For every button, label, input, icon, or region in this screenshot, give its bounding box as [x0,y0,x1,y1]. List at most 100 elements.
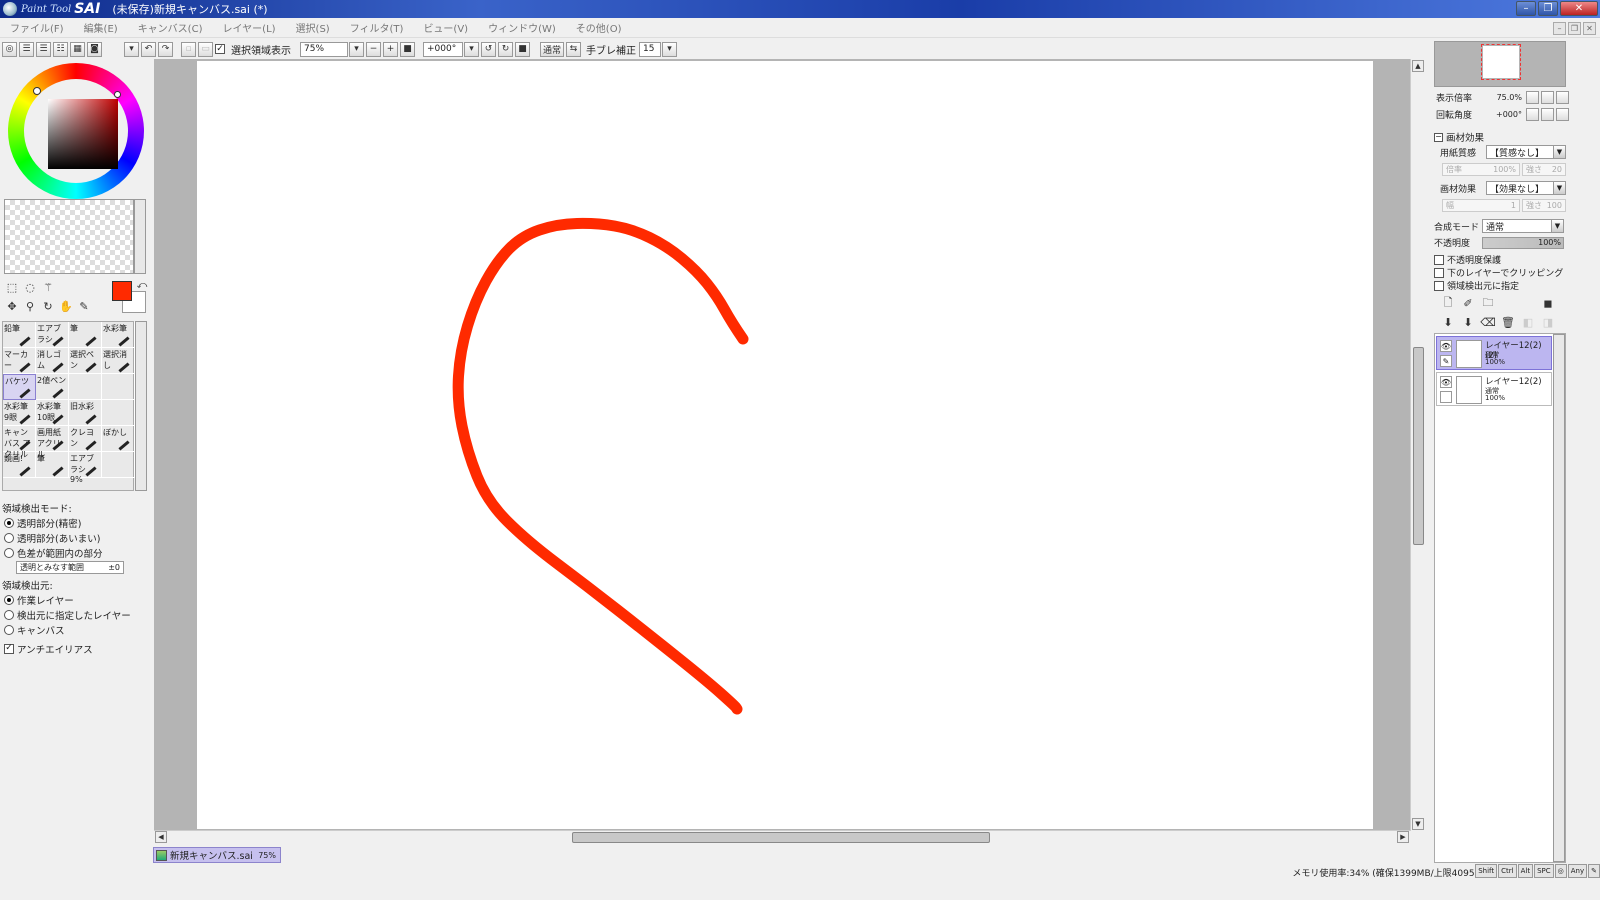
effect-width-slider[interactable]: 幅1 [1442,199,1520,212]
nav-zoom-out-button[interactable] [1526,91,1539,104]
nav-rotate-reset-button[interactable] [1556,108,1569,121]
invert-selection-button[interactable]: ▭ [198,41,213,57]
menu-other[interactable]: その他(O) [576,20,622,35]
document-tab[interactable]: 新規キャンバス.sai 75% [153,847,281,863]
show-selection-checkbox[interactable]: ✓ [215,44,225,54]
brush-slot[interactable] [69,374,102,400]
rotation-dropdown-icon[interactable]: ▾ [464,41,479,57]
brush-slot[interactable]: クレヨン [69,426,102,452]
visibility-eye-icon[interactable]: 👁 [1440,376,1452,388]
brush-slot[interactable]: 画用紙 アクリル [36,426,69,459]
brush-scrollbar[interactable] [135,321,147,491]
source-radio-designated[interactable] [4,609,14,620]
color-wheel[interactable] [8,63,144,199]
paper-scale-slider[interactable]: 倍率 100% [1442,163,1520,176]
menu-edit[interactable]: 編集(E) [84,20,118,35]
brush-slot[interactable]: 筆 [36,452,69,478]
clip-checkbox[interactable] [1434,267,1444,278]
layer-item-bottom[interactable]: 👁 レイヤー12(2) 通常 100% [1436,372,1552,406]
restore-button[interactable]: ❐ [1538,1,1558,16]
clear-layer-icon[interactable]: ⌫ [1480,314,1496,330]
scroll-left-icon[interactable]: ◀ [155,831,167,843]
hand-icon[interactable]: ✋ [58,298,74,314]
source-radio-canvas[interactable] [4,624,14,635]
layer-item-top[interactable]: 👁 ✎ レイヤー12(2)(2) 通常 100% [1436,336,1552,370]
zoom-in-button[interactable]: + [383,41,398,57]
eyedropper-icon[interactable]: ✎ [76,298,92,314]
zoom-tool-icon[interactable]: ⚲ [22,298,38,314]
nav-zoom-value[interactable]: 75.0% [1492,93,1522,102]
layer-scrollbar[interactable] [1553,334,1565,862]
new-layer-icon[interactable]: 🗋 [1440,295,1456,311]
paper-combo[interactable]: 【質感なし】 ▼ [1486,145,1566,159]
brush-slot[interactable]: 選択消し [102,348,135,374]
swatch-list-icon[interactable]: ☷ [53,41,68,57]
brush-slot[interactable] [102,374,135,400]
vertical-scrollbar[interactable]: ▲ ▼ [1410,59,1426,831]
source-radio-working[interactable] [4,594,14,605]
color-wheel-icon[interactable]: ◎ [2,41,17,57]
flip-horizontal-icon[interactable]: ⇆ [566,41,582,57]
brush-slot[interactable]: キャンバス アクリル [3,426,36,459]
collapse-icon[interactable]: − [1434,132,1443,142]
brush-slot[interactable]: バケツ [3,374,36,400]
zoom-out-button[interactable]: − [366,41,381,57]
brush-slot[interactable]: 水彩筆 10眼 [36,400,69,426]
zoom-dropdown-icon[interactable]: ▾ [349,41,364,57]
foreground-color[interactable] [112,281,132,301]
transparency-range-slider[interactable]: 透明とみなす範囲 ±0 [16,561,124,574]
minimize-button[interactable]: – [1516,1,1536,16]
effect-combo[interactable]: 【効果なし】 ▼ [1486,181,1566,195]
rotate-left-button[interactable]: ↺ [481,41,496,57]
scratchpad[interactable] [4,199,134,274]
rotate-reset-button[interactable]: ■ [515,41,530,57]
detect-source-checkbox[interactable] [1434,280,1444,291]
menu-select[interactable]: 選択(S) [296,20,330,35]
brush-slot[interactable]: 筆 [69,322,102,348]
zoom-field[interactable]: 75% [300,41,348,57]
sv-knob[interactable] [114,91,121,98]
blend-mode-combo[interactable]: 通常 ▼ [1482,219,1564,233]
nav-rotate-right-button[interactable] [1541,108,1554,121]
rgb-slider-icon[interactable]: ☰ [19,41,34,57]
blend-mode-button[interactable]: 通常 [540,41,565,57]
close-button[interactable]: ✕ [1560,1,1598,16]
brush-slot[interactable]: 選択ペン [69,348,102,374]
visibility-eye-icon[interactable]: 👁 [1440,340,1452,352]
scroll-down-icon[interactable]: ▼ [1412,818,1424,830]
menu-layer[interactable]: レイヤー(L) [222,20,275,35]
move-icon[interactable]: ✥ [4,298,20,314]
menu-view[interactable]: ビュー(V) [423,20,468,35]
brush-slot[interactable]: ぼかし [102,426,135,452]
nav-angle-value[interactable]: +000° [1492,110,1522,119]
brush-slot[interactable]: マーカー [3,348,36,374]
brush-slot[interactable]: 水彩筆 9眼 [3,400,36,426]
brush-slot[interactable]: 鏡画! [3,452,36,478]
paper-strength-slider[interactable]: 強さ 20 [1522,163,1566,176]
horizontal-scroll-thumb[interactable] [572,832,990,843]
canvas[interactable] [197,61,1373,829]
menu-window[interactable]: ウィンドウ(W) [488,20,556,35]
paper-dropdown-icon[interactable]: ▼ [1553,146,1565,158]
hue-knob[interactable] [33,87,41,95]
brush-slot[interactable]: 水彩筆 [102,322,135,348]
mdi-close-button[interactable]: ✕ [1583,22,1596,35]
scroll-right-icon[interactable]: ▶ [1397,831,1409,843]
redo-button[interactable]: ↷ [158,41,173,57]
brush-slot[interactable]: 鉛筆 [3,322,36,348]
vertical-scroll-thumb[interactable] [1413,347,1424,545]
saturation-value-square[interactable] [48,99,118,169]
scroll-up-icon[interactable]: ▲ [1412,60,1424,72]
mdi-minimize-button[interactable]: – [1553,22,1566,35]
new-folder-icon[interactable]: 🗀 [1480,295,1496,311]
new-linework-layer-icon[interactable]: ✐ [1460,295,1476,311]
layer-mask-icon[interactable]: ◧ [1520,314,1536,330]
merge-down-icon[interactable]: ⬇ [1460,314,1476,330]
lasso-icon[interactable]: ◌ [22,279,38,295]
nav-zoom-in-button[interactable] [1541,91,1554,104]
protect-alpha-checkbox[interactable] [1434,254,1444,265]
hsv-slider-icon[interactable]: ☰ [36,41,51,57]
brush-slot[interactable] [102,452,135,478]
scratchpad-scrollbar[interactable] [134,199,146,274]
stabilizer-field[interactable]: 15 [639,41,662,57]
